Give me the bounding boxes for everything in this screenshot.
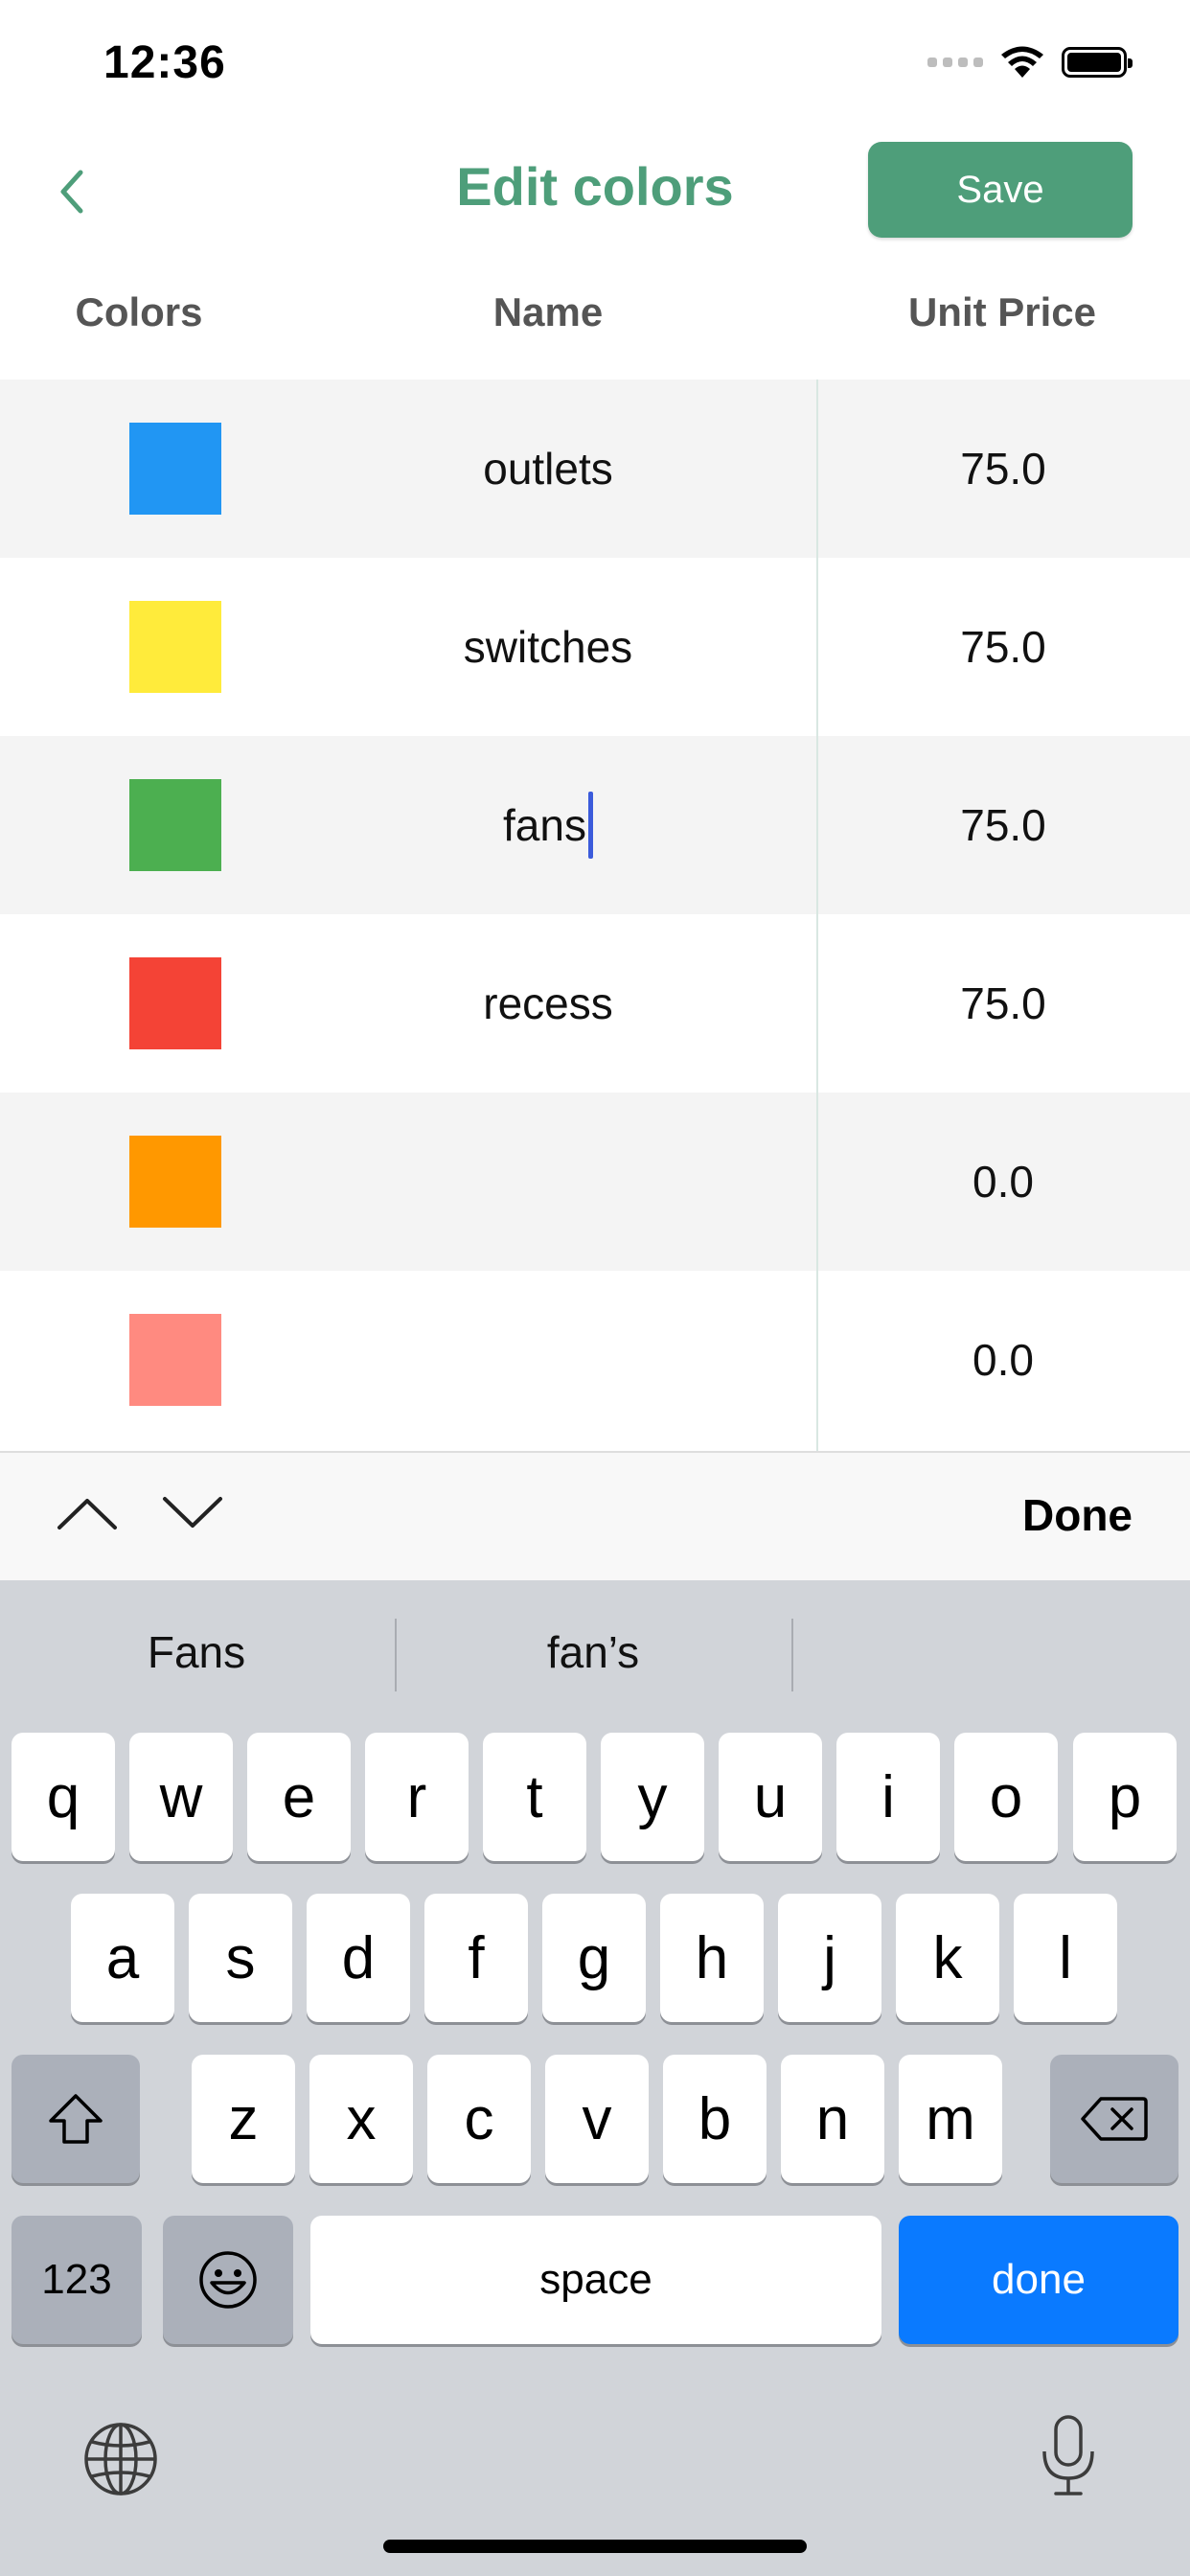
table-row: 0.0 <box>0 1092 1190 1271</box>
name-field[interactable] <box>356 1092 740 1271</box>
suggestion-2[interactable]: fan’s <box>397 1580 790 1724</box>
name-text: recess <box>483 978 613 1028</box>
price-field[interactable]: 75.0 <box>816 736 1190 914</box>
key-f[interactable]: f <box>424 1894 528 2022</box>
globe-icon[interactable] <box>82 2421 159 2497</box>
color-swatch[interactable] <box>129 601 221 693</box>
keyboard-accessory-toolbar: Done <box>0 1451 1190 1580</box>
price-field[interactable]: 0.0 <box>816 1271 1190 1449</box>
text-cursor <box>587 792 593 859</box>
key-b[interactable]: b <box>663 2055 767 2183</box>
suggestion-3[interactable] <box>793 1580 1186 1724</box>
navigation-bar: Edit colors Save <box>0 134 1190 240</box>
color-swatch[interactable] <box>129 423 221 515</box>
key-x[interactable]: x <box>309 2055 413 2183</box>
price-field[interactable]: 75.0 <box>816 380 1190 558</box>
status-bar: 12:36 <box>0 0 1190 134</box>
key-p[interactable]: p <box>1073 1733 1177 1861</box>
emoji-icon <box>199 2251 257 2309</box>
key-j[interactable]: j <box>778 1894 881 2022</box>
table-row: switches 75.0 <box>0 558 1190 736</box>
color-swatch[interactable] <box>129 1314 221 1406</box>
shift-key[interactable] <box>11 2055 140 2183</box>
key-l[interactable]: l <box>1014 1894 1117 2022</box>
key-q[interactable]: q <box>11 1733 115 1861</box>
key-g[interactable]: g <box>542 1894 646 2022</box>
name-field-active[interactable]: fans <box>356 736 740 914</box>
predictive-suggestions: Fans fan’s <box>0 1580 1190 1724</box>
chevron-down-icon[interactable] <box>159 1491 226 1533</box>
price-text: 75.0 <box>960 444 1046 494</box>
delete-key[interactable] <box>1050 2055 1179 2183</box>
color-swatch[interactable] <box>129 779 221 871</box>
price-text: 75.0 <box>960 622 1046 672</box>
key-u[interactable]: u <box>719 1733 822 1861</box>
column-header-colors: Colors <box>75 289 203 334</box>
key-e[interactable]: e <box>247 1733 351 1861</box>
name-text: switches <box>463 622 633 672</box>
accessory-done-button[interactable]: Done <box>1022 1489 1133 1541</box>
key-n[interactable]: n <box>781 2055 884 2183</box>
key-o[interactable]: o <box>954 1733 1058 1861</box>
key-k[interactable]: k <box>896 1894 999 2022</box>
name-field[interactable]: outlets <box>356 380 740 558</box>
status-time: 12:36 <box>103 37 226 88</box>
keyboard-done-key[interactable]: done <box>899 2216 1179 2344</box>
name-text: outlets <box>483 444 613 494</box>
name-field[interactable]: recess <box>356 914 740 1092</box>
price-text: 75.0 <box>960 800 1046 850</box>
price-field[interactable]: 75.0 <box>816 914 1190 1092</box>
price-field[interactable]: 75.0 <box>816 558 1190 736</box>
home-indicator <box>383 2540 807 2553</box>
wifi-icon <box>1001 46 1043 78</box>
name-field[interactable]: switches <box>356 558 740 736</box>
table-row: recess 75.0 <box>0 914 1190 1092</box>
backspace-icon <box>1081 2097 1148 2141</box>
price-text: 0.0 <box>973 1335 1034 1385</box>
chevron-up-icon[interactable] <box>54 1491 121 1533</box>
column-header-unit-price: Unit Price <box>907 289 1097 334</box>
table-row: 0.0 <box>0 1271 1190 1449</box>
microphone-icon[interactable] <box>1037 2413 1100 2499</box>
key-d[interactable]: d <box>307 1894 410 2022</box>
space-key[interactable]: space <box>310 2216 881 2344</box>
key-w[interactable]: w <box>129 1733 233 1861</box>
cellular-signal-icon <box>927 58 983 67</box>
key-z[interactable]: z <box>192 2055 295 2183</box>
suggestion-1[interactable]: Fans <box>0 1580 393 1724</box>
key-v[interactable]: v <box>545 2055 649 2183</box>
color-swatch[interactable] <box>129 1136 221 1228</box>
color-swatch[interactable] <box>129 957 221 1049</box>
key-a[interactable]: a <box>71 1894 174 2022</box>
name-text: fans <box>503 800 586 850</box>
key-c[interactable]: c <box>427 2055 531 2183</box>
column-header-name: Name <box>492 289 604 334</box>
key-s[interactable]: s <box>189 1894 292 2022</box>
key-y[interactable]: y <box>601 1733 704 1861</box>
price-field[interactable]: 0.0 <box>816 1092 1190 1271</box>
price-text: 0.0 <box>973 1157 1034 1207</box>
price-text: 75.0 <box>960 978 1046 1028</box>
status-icons <box>927 46 1133 79</box>
name-field[interactable] <box>356 1271 740 1449</box>
battery-icon <box>1062 47 1133 78</box>
table-row: fans 75.0 <box>0 736 1190 914</box>
table-header: Colors Name Unit Price <box>0 268 1190 364</box>
column-divider <box>816 380 818 1451</box>
numbers-key[interactable]: 123 <box>11 2216 142 2344</box>
key-h[interactable]: h <box>660 1894 764 2022</box>
key-r[interactable]: r <box>365 1733 469 1861</box>
save-button[interactable]: Save <box>868 142 1133 238</box>
emoji-key[interactable] <box>163 2216 293 2344</box>
table-row: outlets 75.0 <box>0 380 1190 558</box>
colors-table: outlets 75.0 switches 75.0 fans 75.0 rec… <box>0 380 1190 1451</box>
key-m[interactable]: m <box>899 2055 1002 2183</box>
key-t[interactable]: t <box>483 1733 586 1861</box>
key-i[interactable]: i <box>836 1733 940 1861</box>
shift-icon <box>49 2094 103 2144</box>
